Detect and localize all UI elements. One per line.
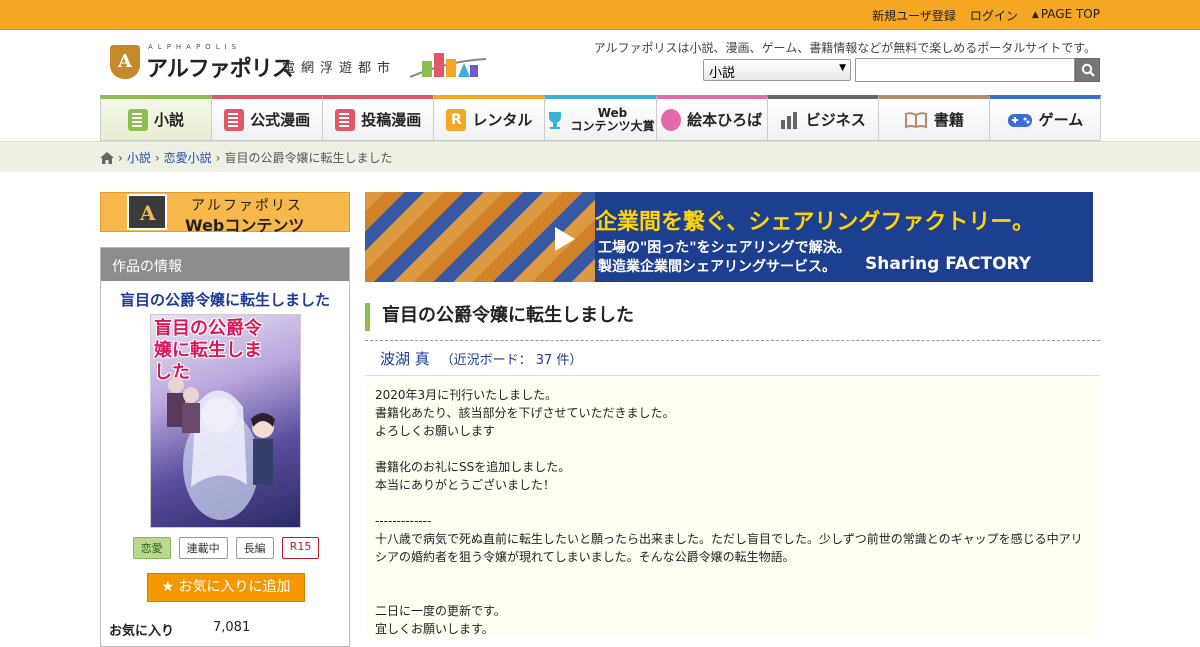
- breadcrumb-romance[interactable]: 恋愛小説: [164, 149, 212, 166]
- advertisement-banner[interactable]: 企業間を繋ぐ、シェアリングファクトリー。 工場の"困った"をシェアリングで解決。…: [365, 192, 1093, 282]
- nav-label: 書籍: [933, 111, 964, 129]
- logo-name: アルファポリス: [146, 57, 294, 82]
- register-link[interactable]: 新規ユーザ登録: [872, 7, 956, 24]
- chart-icon: [780, 111, 797, 129]
- work-title: 盲目の公爵令嬢に転生しました: [365, 303, 1100, 331]
- description-line: [375, 494, 1090, 512]
- author-name[interactable]: 波湖 真: [380, 350, 430, 368]
- dropdown-arrow-icon: ▼: [839, 63, 846, 73]
- tag-genre[interactable]: 恋愛: [132, 537, 171, 559]
- page-top-link[interactable]: PAGE TOP: [1032, 7, 1100, 24]
- breadcrumb-bar: › 小説 › 恋愛小説 › 盲目の公爵令嬢に転生しました: [0, 141, 1200, 172]
- top-bar: 新規ユーザ登録 ログイン PAGE TOP: [0, 0, 1200, 30]
- open-book-icon: [904, 111, 927, 128]
- ad-line2: 工場の"困った"をシェアリングで解決。: [598, 240, 851, 256]
- description-line: 本当にありがとうございました！: [375, 478, 556, 492]
- stat-label: お気に入り: [109, 624, 175, 639]
- description-line: 宜しくお願いします。: [375, 622, 494, 636]
- site-header: ALPHAPOLIS アルファポリス 電網浮遊都市 アルファポリスは小説、漫画、…: [0, 30, 1200, 96]
- description-line: シアの婚約者を狙う令嬢が現れてしまいました。そんな公爵令嬢の転生物語。: [375, 550, 795, 564]
- divider: [365, 340, 1100, 341]
- nav-label: ビジネス: [805, 111, 866, 129]
- search-icon: [1081, 63, 1095, 77]
- description-line: [375, 440, 1090, 458]
- banner-line2: Webコンテンツ: [185, 216, 305, 235]
- nav-label: 絵本ひろば: [687, 111, 763, 129]
- city-skyline-icon: [409, 53, 487, 78]
- stat-value: 7,081: [213, 620, 251, 635]
- tag-status: 連載中: [178, 537, 228, 559]
- gamepad-icon: [1007, 113, 1032, 127]
- nav-label: 小説: [154, 111, 185, 129]
- ad-headline: 企業間を繋ぐ、シェアリングファクトリー。: [595, 210, 1035, 235]
- nav-rental[interactable]: R レンタル: [433, 95, 546, 141]
- ad-line3: 製造業企業間シェアリングサービス。: [598, 259, 836, 275]
- info-work-title[interactable]: 盲目の公爵令嬢に転生しました: [101, 289, 349, 310]
- description-line: 二日に一度の更新です。: [375, 604, 506, 618]
- description-line: 書籍化あたり、該当部分を下げさせていただきました。: [375, 406, 675, 420]
- tag-list: 恋愛 連載中 長編 R15: [101, 537, 351, 559]
- login-link[interactable]: ログイン: [970, 7, 1018, 24]
- description-line: 書籍化のお礼にSSを追加しました。: [375, 460, 571, 474]
- search-button[interactable]: [1075, 58, 1100, 82]
- home-icon[interactable]: [100, 151, 114, 164]
- board-count[interactable]: （近況ボード： 37 件）: [441, 353, 583, 368]
- nav-label: ゲーム: [1038, 111, 1084, 129]
- trophy-icon: [549, 111, 562, 129]
- rental-icon: R: [446, 108, 467, 131]
- nav-posted-manga[interactable]: 投稿漫画: [322, 95, 435, 141]
- site-logo[interactable]: ALPHAPOLIS アルファポリス 電網浮遊都市: [110, 43, 490, 83]
- nav-label: Web コンテンツ大賞: [570, 105, 655, 133]
- nav-label: レンタル: [472, 111, 533, 129]
- add-favorite-button[interactable]: ★ お気に入りに追加: [147, 573, 305, 602]
- description-line: [375, 566, 1090, 584]
- nav-game[interactable]: ゲーム: [988, 95, 1101, 141]
- search-category-value: 小説: [709, 66, 736, 81]
- alphapolis-emblem-icon: [127, 194, 167, 230]
- description-line: [375, 584, 1090, 602]
- logo-emblem-icon: [110, 45, 140, 79]
- cover-illustration: [167, 377, 275, 520]
- logo-small-text: ALPHAPOLIS: [148, 43, 242, 51]
- web-contents-banner[interactable]: アルファポリス Webコンテンツ: [100, 192, 350, 235]
- description-line: -------------: [375, 514, 432, 528]
- book-icon: [128, 108, 149, 131]
- work-info-box: 作品の情報 盲目の公爵令嬢に転生しました 盲目の公爵令嬢に転生しました 恋愛 連…: [100, 247, 350, 647]
- nav-web-contents-award[interactable]: Web コンテンツ大賞: [544, 95, 657, 141]
- tag-length: 長編: [235, 537, 274, 559]
- manga-icon: [224, 108, 245, 131]
- logo-subtitle: 電網浮遊都市: [282, 61, 397, 76]
- breadcrumb-current: 盲目の公爵令嬢に転生しました: [224, 151, 393, 165]
- nav-official-manga[interactable]: 公式漫画: [211, 95, 324, 141]
- main-nav: 小説 公式漫画 投稿漫画 R レンタル Web コンテンツ大賞 絵本ひろば ビジ…: [100, 95, 1101, 141]
- nav-picture-book[interactable]: 絵本ひろば: [655, 95, 768, 141]
- play-arrow-icon: [555, 227, 575, 251]
- nav-label: 公式漫画: [250, 111, 311, 129]
- search-input[interactable]: [855, 58, 1075, 82]
- cover-image[interactable]: 盲目の公爵令嬢に転生しました: [150, 314, 301, 528]
- description-line: 2020年3月に刊行いたしました。: [375, 388, 558, 402]
- work-description: 2020年3月に刊行いたしました。 書籍化あたり、該当部分を下げさせていただきま…: [365, 377, 1100, 637]
- nav-business[interactable]: ビジネス: [766, 95, 879, 141]
- author-row: 波湖 真 （近況ボード： 37 件）: [380, 348, 582, 369]
- nav-label: 投稿漫画: [361, 111, 422, 129]
- search-category-select[interactable]: 小説 ▼: [703, 59, 851, 81]
- breadcrumb: › 小説 › 恋愛小説 › 盲目の公爵令嬢に転生しました: [100, 149, 392, 166]
- description-line: よろしくお願いします: [375, 424, 496, 438]
- divider: [365, 375, 1100, 376]
- tag-rating: R15: [281, 537, 320, 559]
- description-line: 十八歳で病気で死ぬ直前に転生したいと願ったら出来ました。ただし盲目でした。少しず…: [375, 532, 1083, 546]
- breadcrumb-novel[interactable]: 小説: [127, 149, 151, 166]
- ad-brand: Sharing FACTORY: [865, 254, 1032, 274]
- site-tagline: アルファポリスは小説、漫画、ゲーム、書籍情報などが無料で楽しめるポータルサイトで…: [593, 41, 1096, 55]
- nav-books[interactable]: 書籍: [877, 95, 990, 141]
- star-icon: ★: [161, 579, 179, 595]
- nav-novel[interactable]: 小説: [100, 95, 213, 141]
- picturebook-icon: [661, 108, 682, 131]
- top-links: 新規ユーザ登録 ログイン PAGE TOP: [872, 7, 1100, 24]
- info-heading: 作品の情報: [101, 248, 349, 281]
- manga-icon: [335, 108, 356, 131]
